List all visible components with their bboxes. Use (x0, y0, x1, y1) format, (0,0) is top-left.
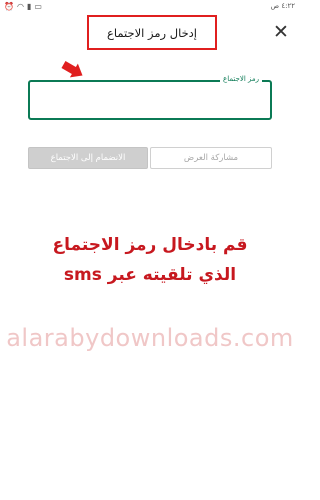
battery-icon: ▭ (34, 2, 42, 11)
signal-icon: ▮ (26, 2, 32, 11)
meeting-code-input[interactable] (36, 90, 268, 112)
instruction-line-2: الذي تلقيته عبر sms (63, 265, 237, 285)
red-arrow-icon (61, 61, 83, 78)
status-icons: ⏰ ◠ ▮ ▭ (4, 2, 42, 11)
dialog-header: إدخال رمز الاجتماع ✕ (0, 14, 300, 50)
status-time: ٤:٢٢ ص (270, 2, 295, 10)
status-bar: ⏰ ◠ ▮ ▭ ٤:٢٢ ص (0, 0, 300, 14)
meeting-code-field[interactable]: رمز الاجتماع (28, 75, 272, 120)
dialog-title: إدخال رمز الاجتماع (87, 15, 217, 50)
wifi-icon: ◠ (16, 2, 24, 11)
instruction-line-1: قم بادخال رمز الاجتماع (52, 235, 248, 255)
meeting-code-label: رمز الاجتماع (220, 75, 262, 83)
watermark-text: alarabydownloads.com (6, 324, 294, 352)
alarm-icon: ⏰ (4, 2, 14, 11)
join-meeting-button[interactable]: الانضمام إلى الاجتماع (28, 147, 148, 169)
instruction-annotation: قم بادخال رمز الاجتماع الذي تلقيته عبر s… (30, 230, 270, 290)
close-icon[interactable]: ✕ (270, 22, 292, 44)
share-screen-button[interactable]: مشاركة العرض (150, 147, 272, 169)
